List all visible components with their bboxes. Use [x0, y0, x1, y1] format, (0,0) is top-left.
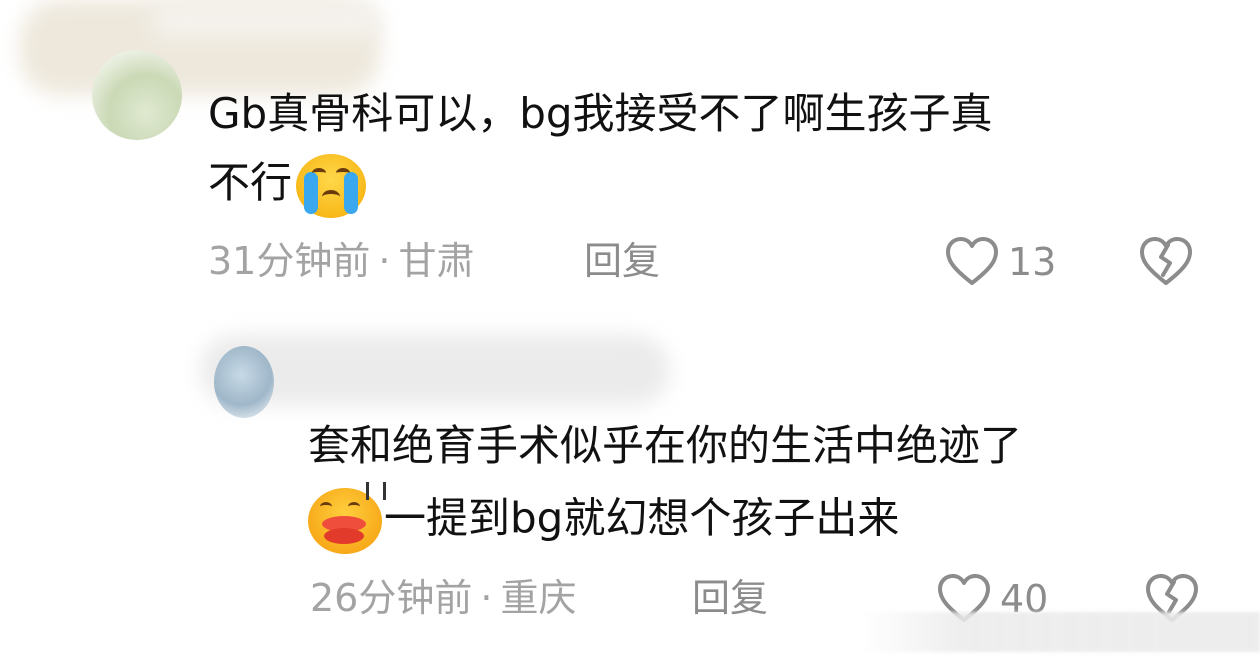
kissing-face-icon	[308, 482, 386, 554]
broken-heart-icon[interactable]	[1138, 235, 1194, 289]
comment-text-line: 套和绝育手术似乎在你的生活中绝迹了	[308, 421, 1023, 470]
comment-text-line: 不行	[208, 153, 367, 218]
watermark	[862, 612, 1260, 652]
like-button[interactable]: 13	[944, 235, 1056, 289]
comment-text-fragment: 一提到bg就幻想个孩子出来	[384, 493, 900, 543]
like-count: 13	[1008, 240, 1057, 284]
comment-meta: 31分钟前 · 甘肃	[208, 236, 474, 286]
comment-location: 重庆	[500, 576, 577, 620]
comment-meta: 26分钟前 · 重庆	[310, 573, 576, 623]
comment-location: 甘肃	[398, 239, 475, 283]
comment-text-fragment: 不行	[208, 158, 293, 207]
comment-text-line: Gb真骨科可以，bg我接受不了啊生孩子真	[208, 89, 993, 138]
reply-button[interactable]: 回复	[584, 236, 660, 286]
meta-separator: ·	[378, 239, 391, 283]
avatar[interactable]	[92, 50, 182, 140]
redacted-username-1-highlight	[150, 0, 380, 40]
comment-timestamp: 31分钟前	[208, 239, 371, 283]
heart-icon	[946, 237, 998, 285]
meta-separator: ·	[480, 576, 493, 620]
comment-timestamp: 26分钟前	[310, 576, 473, 620]
avatar[interactable]	[214, 346, 274, 418]
reply-button[interactable]: 回复	[692, 573, 768, 623]
loudly-crying-face-icon	[296, 153, 367, 218]
comment-text-line: 一提到bg就幻想个孩子出来	[308, 482, 900, 554]
